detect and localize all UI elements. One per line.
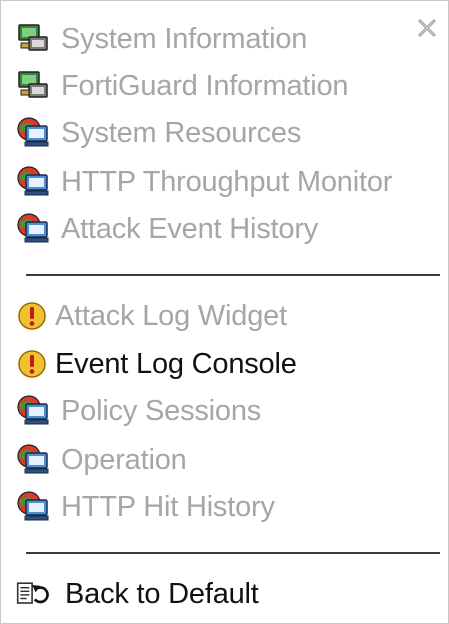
menu-item-fortiguard-information[interactable]: FortiGuard Information bbox=[15, 64, 349, 108]
computer-icon bbox=[15, 21, 51, 57]
menu-item-attack-event-history[interactable]: Attack Event History bbox=[15, 207, 318, 251]
menu-item-label: HTTP Hit History bbox=[61, 490, 275, 523]
close-icon[interactable] bbox=[416, 17, 438, 39]
menu-item-attack-log-widget[interactable]: Attack Log Widget bbox=[15, 294, 287, 338]
menu-item-label: Attack Event History bbox=[61, 212, 319, 245]
back-to-default-button[interactable]: Back to Default bbox=[15, 572, 259, 616]
monitor-globe-icon bbox=[15, 393, 51, 429]
monitor-globe-icon bbox=[15, 211, 51, 247]
warning-icon bbox=[15, 346, 47, 382]
menu-item-label: System Information bbox=[61, 22, 308, 55]
monitor-globe-icon bbox=[15, 115, 51, 151]
computer-icon bbox=[15, 68, 51, 104]
warning-icon bbox=[15, 298, 47, 334]
menu-item-label: Attack Log Widget bbox=[55, 299, 287, 332]
monitor-globe-icon bbox=[15, 164, 51, 200]
back-to-default-label: Back to Default bbox=[65, 577, 259, 610]
menu-item-policy-sessions[interactable]: Policy Sessions bbox=[15, 389, 261, 433]
menu-item-label: Operation bbox=[61, 443, 187, 476]
menu-item-http-throughput-monitor[interactable]: HTTP Throughput Monitor bbox=[15, 160, 392, 204]
menu-item-label: HTTP Throughput Monitor bbox=[61, 165, 393, 198]
widget-menu: System Information FortiGuard Informatio… bbox=[0, 0, 449, 624]
monitor-globe-icon bbox=[15, 489, 51, 525]
menu-item-http-hit-history[interactable]: HTTP Hit History bbox=[15, 485, 275, 529]
menu-item-label: FortiGuard Information bbox=[61, 69, 349, 102]
reset-icon bbox=[15, 576, 55, 612]
menu-item-event-log-console[interactable]: Event Log Console bbox=[15, 342, 297, 386]
menu-separator bbox=[26, 552, 440, 554]
menu-separator bbox=[26, 274, 440, 276]
menu-item-label: Policy Sessions bbox=[61, 394, 262, 427]
menu-item-label: System Resources bbox=[61, 116, 302, 149]
menu-item-system-resources[interactable]: System Resources bbox=[15, 111, 301, 155]
menu-item-label: Event Log Console bbox=[55, 347, 297, 380]
menu-item-system-information[interactable]: System Information bbox=[15, 17, 307, 61]
monitor-globe-icon bbox=[15, 442, 51, 478]
menu-item-operation[interactable]: Operation bbox=[15, 438, 187, 482]
